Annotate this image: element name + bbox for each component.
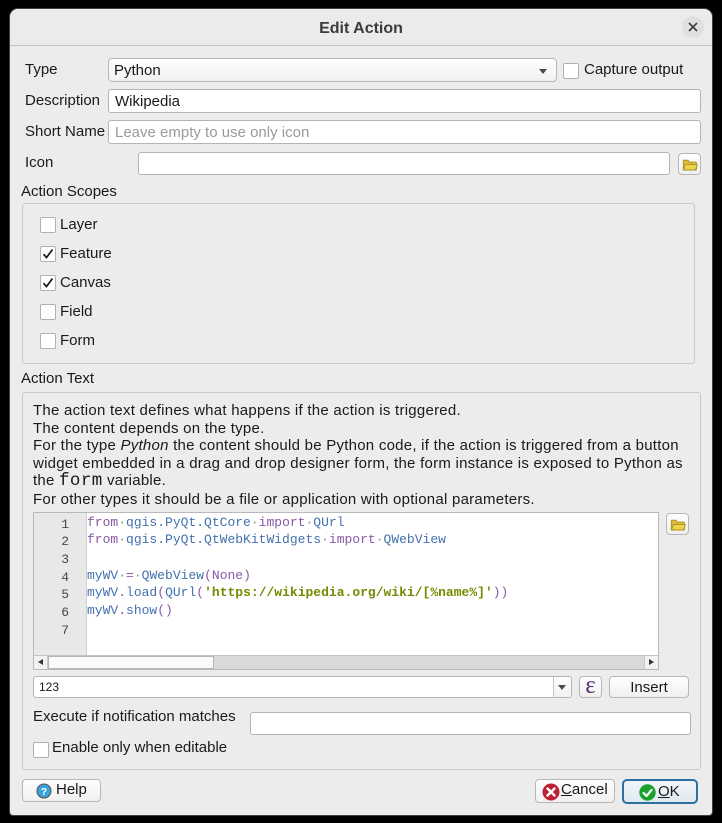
- svg-text:?: ?: [41, 786, 47, 798]
